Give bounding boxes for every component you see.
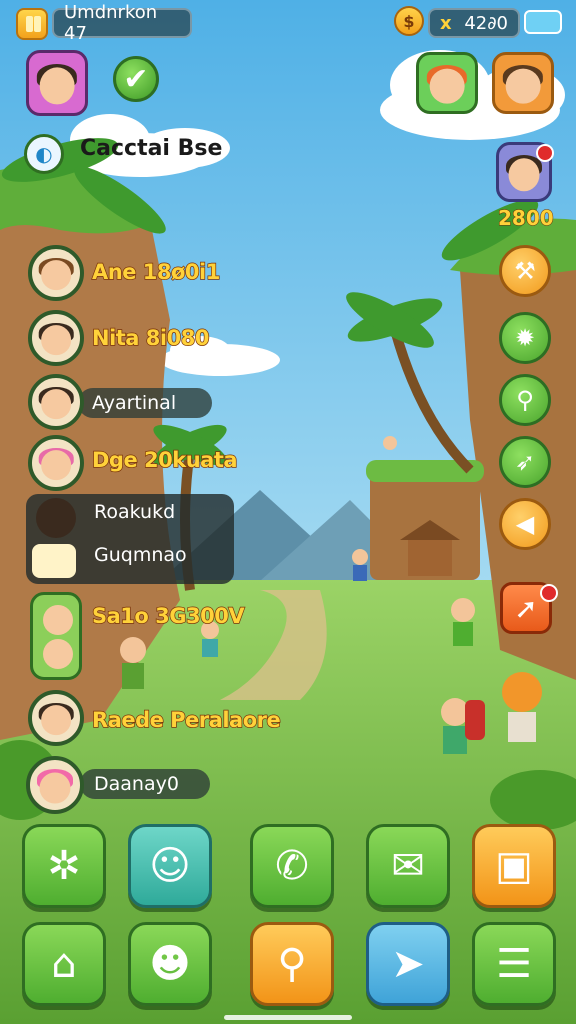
share-badge [540, 584, 558, 602]
friend-avatar[interactable] [28, 310, 84, 366]
settings-button[interactable]: ✹ [499, 312, 551, 364]
notification-badge [536, 144, 554, 162]
currency-value: 42∂0 [464, 12, 508, 34]
friend-name: Dge 20kuata [91, 447, 238, 472]
photo-button[interactable]: ▣ [472, 824, 556, 908]
friend-name: Daanay0 [94, 773, 179, 795]
friend-avatar[interactable] [28, 374, 84, 430]
friend-name: Ayartinal [92, 392, 177, 414]
friend-avatar[interactable] [28, 690, 84, 746]
search-icon: ⚲ [516, 386, 534, 414]
megaphone-icon: ◀ [515, 510, 535, 538]
notes-icon: ☰ [496, 941, 532, 987]
friend-name: Ane 18ø0i1 [91, 259, 221, 284]
player-avatar[interactable] [26, 50, 88, 116]
gold-coin-icon[interactable]: $ [394, 6, 424, 36]
gear-icon: ✹ [514, 324, 536, 352]
rocket-button[interactable]: ➶ [499, 436, 551, 488]
megaphone-button[interactable]: ◀ [499, 498, 551, 550]
friend-name: Raede Peralaore [91, 707, 281, 732]
friend-name: Nita 8i080 [91, 325, 210, 350]
friend-avatar[interactable] [26, 756, 84, 814]
check-icon: ✔ [123, 61, 149, 97]
chat-button[interactable]: ✉ [366, 824, 450, 908]
friend-avatar-top-1[interactable] [416, 52, 478, 114]
score-value: 2800 [498, 206, 555, 231]
storage-button[interactable]: ☺ [128, 824, 212, 908]
group-line-1: Roakukd [94, 501, 176, 523]
globe-icon: ◐ [24, 134, 64, 174]
status-label: Cacctai Bse [80, 136, 223, 161]
photo-icon: ▣ [495, 843, 533, 889]
friend-avatar-top-2[interactable] [492, 52, 554, 114]
hammer-icon: ⚒ [514, 257, 536, 285]
player-title: Umdnrkon 47 [64, 2, 158, 44]
home-icon: ⌂ [51, 941, 77, 987]
rocket-icon: ➶ [514, 448, 536, 476]
currency-symbol: x [440, 12, 452, 34]
home-button[interactable]: ⌂ [22, 922, 106, 1006]
phone-button[interactable]: ✆ [250, 824, 334, 908]
friend-name: Sa1o 3G300V [91, 603, 245, 628]
character-button[interactable]: ☻ [128, 922, 212, 1006]
phone-icon: ✆ [275, 843, 309, 889]
map-button[interactable]: ⚲ [250, 922, 334, 1006]
chat-icon: ✉ [391, 843, 425, 889]
check-button[interactable]: ✔ [113, 56, 159, 102]
player-title-bar[interactable]: Umdnrkon 47 [52, 2, 192, 44]
friend-name-pill[interactable]: Daanay0 [80, 769, 210, 799]
map-icon: ⚲ [277, 941, 307, 987]
target-button[interactable]: ✲ [22, 824, 106, 908]
currency-bar: x 42∂0 [428, 8, 520, 38]
send-button[interactable]: ➤ [366, 922, 450, 1006]
friend-avatar[interactable] [28, 245, 84, 301]
battery-icon [524, 10, 562, 34]
friend-avatar[interactable] [30, 592, 82, 680]
search-button[interactable]: ⚲ [499, 374, 551, 426]
menu-icon[interactable] [16, 8, 48, 40]
home-indicator[interactable] [224, 1015, 352, 1020]
friend-name-pill[interactable]: Ayartinal [78, 388, 212, 418]
storage-icon: ☺ [149, 843, 191, 889]
arrow-icon: ➚ [514, 591, 538, 625]
character-icon: ☻ [149, 941, 191, 987]
group-line-2: Guqmnao [94, 544, 187, 566]
friend-avatar[interactable] [28, 435, 84, 491]
group-mascot-icon [32, 544, 76, 578]
tool-button[interactable]: ⚒ [499, 245, 551, 297]
group-member-avatar [36, 498, 76, 538]
send-icon: ➤ [391, 941, 425, 987]
target-icon: ✲ [47, 843, 81, 889]
notes-button[interactable]: ☰ [472, 922, 556, 1006]
